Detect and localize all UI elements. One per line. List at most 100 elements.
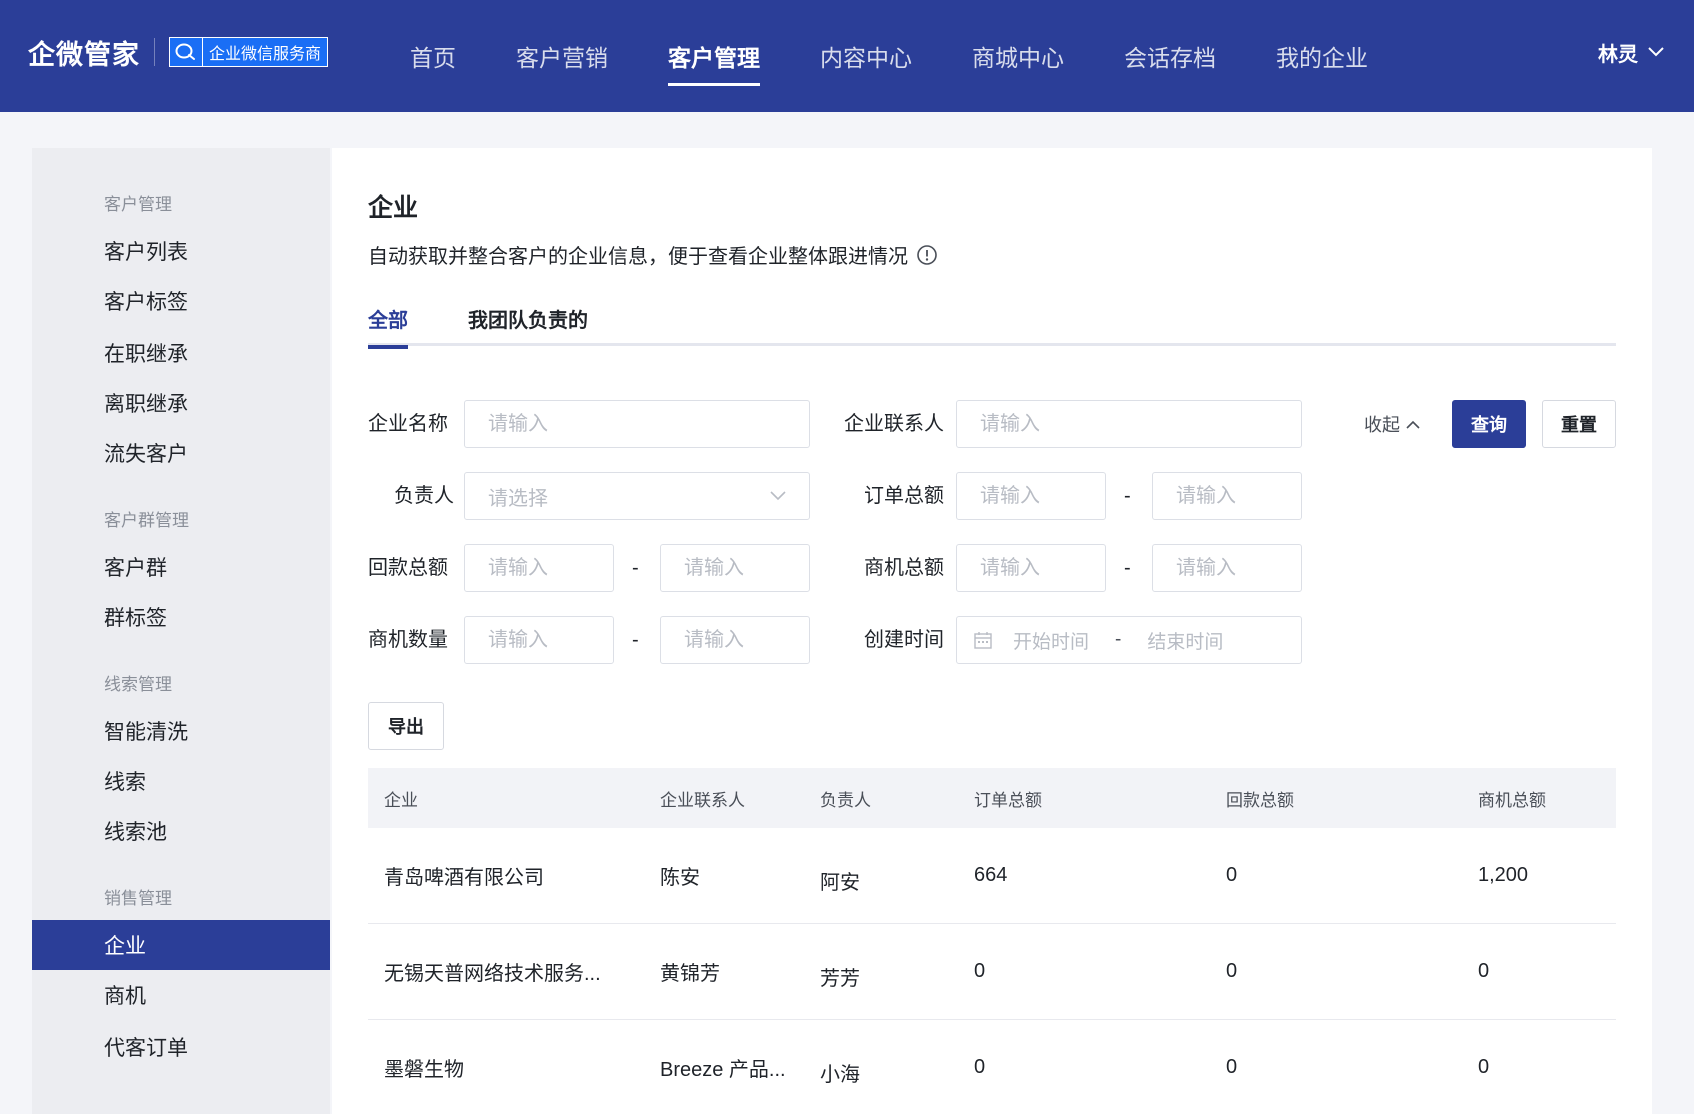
collapse-label: 收起 (1364, 415, 1400, 435)
sidebar-item-group-tags[interactable]: 群标签 (32, 592, 330, 642)
date-range-separator: - (1115, 629, 1122, 650)
cell-owner: 小海 (820, 1064, 860, 1086)
main-nav: 首页 客户营销 客户管理 内容中心 商城中心 会话存档 我的企业 (410, 0, 1428, 112)
cell-company[interactable]: 无锡天普网络技术服务... (384, 957, 601, 986)
nav-home[interactable]: 首页 (410, 0, 456, 112)
opportunity-count-label: 商机数量 (368, 629, 448, 651)
cell-owner: 阿安 (820, 872, 860, 894)
opportunity-count-max-input[interactable] (660, 616, 810, 664)
sidebar-item-customer-list[interactable]: 客户列表 (32, 226, 330, 276)
cell-owner: 芳芳 (820, 968, 860, 990)
page-title: 企业 (368, 194, 419, 222)
chevron-up-icon (1406, 420, 1420, 429)
sidebar-group-leads: 线索管理 (104, 675, 172, 694)
company-contact-label: 企业联系人 (844, 413, 944, 435)
sidebar-item-onjob-inherit[interactable]: 在职继承 (32, 328, 330, 378)
table-row[interactable]: 无锡天普网络技术服务... 黄锦芳 芳芳 0 0 0 (368, 924, 1616, 1020)
owner-select-placeholder: 请选择 (488, 487, 548, 510)
description-text: 自动获取并整合客户的企业信息，便于查看企业整体跟进情况 (368, 246, 908, 268)
created-time-label: 创建时间 (864, 629, 944, 651)
column-header-company: 企业 (384, 790, 418, 810)
column-header-owner: 负责人 (820, 790, 871, 810)
collapse-toggle[interactable]: 收起 (1364, 400, 1420, 448)
opportunity-total-max-input[interactable] (1152, 544, 1302, 592)
table-row[interactable]: 墨磐生物 Breeze 产品... 小海 0 0 0 (368, 1020, 1616, 1114)
nav-my-company[interactable]: 我的企业 (1276, 0, 1368, 112)
nav-customer-marketing[interactable]: 客户营销 (516, 0, 608, 112)
sidebar-item-customer-tags[interactable]: 客户标签 (32, 276, 330, 326)
company-name-label: 企业名称 (368, 413, 448, 435)
chevron-down-icon (1648, 47, 1664, 57)
payment-total-label: 回款总额 (368, 557, 448, 579)
info-icon[interactable] (916, 244, 938, 266)
badge-text: 企业微信服务商 (202, 38, 328, 66)
company-table: 企业 企业联系人 负责人 订单总额 回款总额 商机总额 青岛啤酒有限公司 陈安 … (368, 768, 1616, 1114)
cell-company[interactable]: 青岛啤酒有限公司 (384, 861, 544, 890)
nav-customer-management[interactable]: 客户管理 (668, 0, 760, 112)
created-time-range-picker[interactable]: 开始时间 - 结束时间 (956, 616, 1302, 664)
sidebar-group-sales: 销售管理 (104, 889, 172, 908)
service-provider-badge: 企业微信服务商 (169, 37, 329, 67)
range-separator: - (632, 629, 639, 651)
tab-my-team[interactable]: 我团队负责的 (468, 298, 588, 346)
sidebar-group-customer-management: 客户管理 (104, 195, 172, 214)
reset-button[interactable]: 重置 (1542, 400, 1616, 448)
sidebar-item-lost-customers[interactable]: 流失客户 (32, 428, 330, 478)
sidebar-item-opportunity[interactable]: 商机 (32, 970, 330, 1020)
chat-bubble-icon (170, 38, 202, 66)
query-button[interactable]: 查询 (1452, 400, 1526, 448)
table-row[interactable]: 青岛啤酒有限公司 陈安 阿安 664 0 1,200 (368, 828, 1616, 924)
sidebar-group-customer-groups: 客户群管理 (104, 511, 189, 530)
column-header-payment-total: 回款总额 (1226, 790, 1294, 810)
range-separator: - (1124, 485, 1131, 507)
column-header-order-total: 订单总额 (974, 790, 1042, 810)
cell-order-total: 664 (974, 864, 1008, 886)
sidebar: 客户管理 客户列表 客户标签 在职继承 离职继承 流失客户 客户群管理 客户群 … (32, 148, 330, 1114)
sidebar-item-proxy-orders[interactable]: 代客订单 (32, 1022, 330, 1072)
sidebar-item-customer-group[interactable]: 客户群 (32, 542, 330, 592)
nav-session-archive[interactable]: 会话存档 (1124, 0, 1216, 112)
sidebar-item-leads[interactable]: 线索 (32, 756, 330, 806)
main-panel: 企业 自动获取并整合客户的企业信息，便于查看企业整体跟进情况 全部 我团队负责的… (332, 148, 1652, 1114)
owner-select[interactable]: 请选择 (464, 472, 810, 520)
range-separator: - (1124, 557, 1131, 579)
opportunity-count-min-input[interactable] (464, 616, 614, 664)
end-time-field[interactable]: 结束时间 (1147, 627, 1223, 654)
order-total-min-input[interactable] (956, 472, 1106, 520)
sidebar-item-resigned-inherit[interactable]: 离职继承 (32, 378, 330, 428)
range-separator: - (632, 557, 639, 579)
calendar-icon (974, 632, 992, 649)
company-contact-input[interactable] (956, 400, 1302, 448)
brand-name[interactable]: 企微管家 (28, 33, 140, 72)
user-menu[interactable]: 林灵 (1598, 0, 1664, 104)
cell-payment-total: 0 (1226, 960, 1238, 982)
tab-all[interactable]: 全部 (368, 298, 408, 349)
start-time-field[interactable]: 开始时间 (1013, 627, 1089, 654)
nav-mall-center[interactable]: 商城中心 (972, 0, 1064, 112)
order-total-max-input[interactable] (1152, 472, 1302, 520)
order-total-label: 订单总额 (864, 485, 944, 507)
column-header-opportunity-total: 商机总额 (1478, 790, 1546, 810)
cell-opportunity-total: 0 (1478, 1056, 1490, 1078)
cell-payment-total: 0 (1226, 1056, 1238, 1078)
sidebar-item-smart-cleaning[interactable]: 智能清洗 (32, 706, 330, 756)
top-navigation-bar: 企微管家 企业微信服务商 首页 客户营销 客户管理 内容中心 商城中心 会话存档… (0, 0, 1694, 112)
cell-company[interactable]: 墨磐生物 (384, 1053, 464, 1082)
sidebar-item-lead-pool[interactable]: 线索池 (32, 806, 330, 856)
tab-bar: 全部 我团队负责的 (368, 298, 1616, 349)
brand-divider (154, 38, 155, 66)
cell-contact: 黄锦芳 (660, 963, 720, 985)
sidebar-item-company[interactable]: 企业 (32, 920, 330, 970)
cell-order-total: 0 (974, 1056, 986, 1078)
cell-opportunity-total: 1,200 (1478, 864, 1529, 886)
nav-content-center[interactable]: 内容中心 (820, 0, 912, 112)
cell-contact: 陈安 (660, 867, 700, 889)
payment-total-max-input[interactable] (660, 544, 810, 592)
page-description: 自动获取并整合客户的企业信息，便于查看企业整体跟进情况 (368, 240, 938, 269)
opportunity-total-min-input[interactable] (956, 544, 1106, 592)
company-name-input[interactable] (464, 400, 810, 448)
payment-total-min-input[interactable] (464, 544, 614, 592)
user-name: 林灵 (1598, 43, 1638, 66)
export-button[interactable]: 导出 (368, 702, 444, 750)
cell-opportunity-total: 0 (1478, 960, 1490, 982)
